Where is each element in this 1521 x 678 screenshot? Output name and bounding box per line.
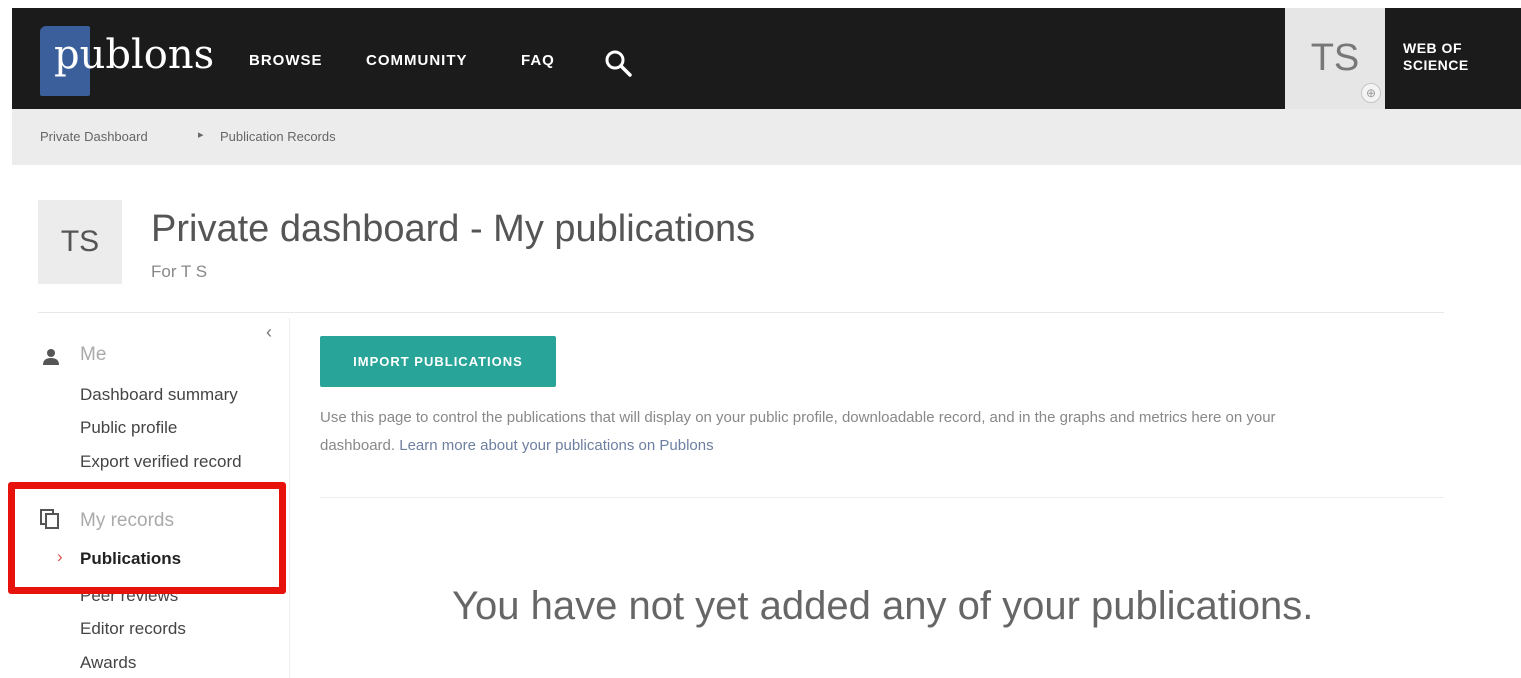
empty-state-message: You have not yet added any of your publi… [452,584,1314,628]
header-divider [38,312,1444,313]
learn-more-link[interactable]: Learn more about your publications on Pu… [399,437,713,454]
web-of-science-link[interactable]: WEB OF SCIENCE [1403,40,1469,74]
sidebar-item-awards[interactable]: Awards [80,653,136,673]
publons-logo[interactable]: publons [40,26,220,96]
wos-line2: SCIENCE [1403,57,1469,73]
user-icon [43,349,59,365]
page-title: Private dashboard - My publications [151,208,756,250]
breadcrumb-private-dashboard[interactable]: Private Dashboard [40,129,148,144]
page-subtitle: For T S [151,262,208,281]
collapse-sidebar-icon[interactable]: ‹ [266,322,272,343]
sidebar-item-public-profile[interactable]: Public profile [80,418,177,438]
avatar-menu-icon: ⊕ [1361,83,1381,103]
nav-browse[interactable]: BROWSE [249,52,323,69]
help-text: Use this page to control the publication… [320,404,1310,460]
breadcrumb-separator-icon: ▸ [198,129,204,141]
user-avatar-menu[interactable]: TS ⊕ [1285,8,1385,109]
nav-faq[interactable]: FAQ [521,52,555,69]
logo-text: publons [54,32,215,78]
sidebar-item-export-verified-record[interactable]: Export verified record [80,452,242,472]
wos-line1: WEB OF [1403,40,1462,56]
import-publications-button[interactable]: IMPORT PUBLICATIONS [320,336,556,387]
avatar-initials: TS [1310,37,1360,79]
content-divider [320,497,1444,498]
sidebar-item-editor-records[interactable]: Editor records [80,619,186,639]
sidebar-divider [289,318,290,678]
search-icon[interactable] [603,48,633,78]
breadcrumb-publication-records: Publication Records [220,129,336,144]
sidebar-item-dashboard-summary[interactable]: Dashboard summary [80,385,238,405]
top-nav-bar: publons BROWSE COMMUNITY FAQ TS ⊕ WEB OF… [12,8,1521,109]
highlight-annotation-box [8,482,286,594]
sidebar-section-me: Me [80,344,107,365]
breadcrumb: Private Dashboard ▸ Publication Records [12,109,1521,165]
nav-community[interactable]: COMMUNITY [366,52,468,69]
profile-avatar: TS [38,200,122,284]
